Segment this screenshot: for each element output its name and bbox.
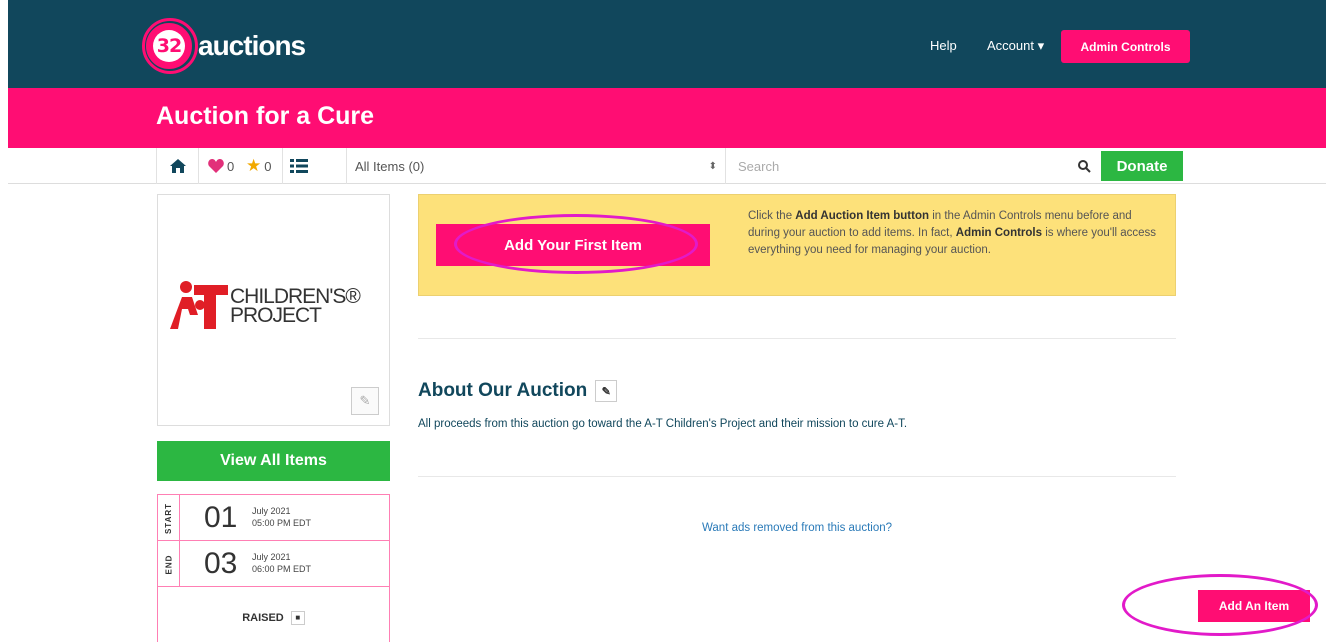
- toolbar-divider: [198, 148, 199, 184]
- start-day: 01: [204, 501, 238, 534]
- favorites-button[interactable]: ★ 0: [246, 154, 271, 178]
- search-placeholder: Search: [738, 158, 780, 174]
- end-label: END: [163, 554, 173, 574]
- auction-dates-box: START 01 July 2021 05:00 PM EDT END 03 J…: [157, 494, 390, 642]
- start-month: July 2021: [252, 506, 291, 516]
- hint-text: Click the Add Auction Item button in the…: [748, 210, 1157, 256]
- start-label: START: [164, 502, 174, 534]
- remove-ads-link[interactable]: Want ads removed from this auction?: [418, 522, 1176, 534]
- start-date-row: START 01 July 2021 05:00 PM EDT: [158, 495, 389, 541]
- star-count: 0: [264, 158, 272, 174]
- end-month: July 2021: [252, 552, 291, 562]
- toolbar-divider: [282, 148, 283, 184]
- star-icon: ★: [246, 156, 262, 175]
- about-heading: About Our Auction ✎: [418, 380, 618, 402]
- childrens-project-logo: CHILDREN'S® PROJECT: [164, 281, 361, 331]
- auction-toolbar: 0 ★ 0 All Items (0) ⬍ Search Donate: [8, 148, 1326, 184]
- end-time: 06:00 PM EDT: [252, 564, 312, 574]
- heart-icon: [208, 159, 224, 173]
- filter-value: All Items (0): [355, 158, 425, 174]
- lock-icon[interactable]: ■: [290, 611, 305, 625]
- auction-header: Auction for a Cure: [8, 88, 1326, 148]
- annotation-circle-add-first: [454, 214, 698, 274]
- about-description: All proceeds from this auction go toward…: [418, 418, 908, 430]
- list-view-icon[interactable]: [290, 154, 308, 178]
- end-date-row: END 03 July 2021 06:00 PM EDT: [158, 541, 389, 587]
- about-title: About Our Auction: [418, 380, 588, 401]
- raised-row: RAISED ■: [158, 611, 389, 625]
- donate-button[interactable]: Donate: [1101, 151, 1183, 181]
- start-time: 05:00 PM EDT: [252, 518, 312, 528]
- edit-logo-pencil-icon[interactable]: ✎: [351, 387, 379, 415]
- home-icon[interactable]: [170, 154, 186, 178]
- select-caret-icon: ⬍: [708, 160, 717, 172]
- watchlist-button[interactable]: 0: [208, 154, 234, 178]
- end-day: 03: [204, 547, 238, 580]
- toolbar-divider: [156, 148, 157, 184]
- view-all-items-button[interactable]: View All Items: [157, 441, 390, 481]
- logo-text: auctions: [198, 30, 306, 61]
- edit-about-pencil-icon[interactable]: ✎: [595, 380, 618, 402]
- heart-count: 0: [227, 158, 235, 174]
- section-divider: [418, 476, 1176, 477]
- left-margin: [0, 0, 8, 642]
- search-input[interactable]: Search: [726, 148, 1100, 184]
- search-icon[interactable]: [1078, 160, 1091, 173]
- section-divider: [418, 338, 1176, 339]
- at-logo-icon: [170, 281, 228, 329]
- help-link[interactable]: Help: [930, 38, 957, 53]
- account-menu[interactable]: Account ▾: [987, 38, 1044, 54]
- item-filter-select[interactable]: All Items (0) ⬍: [346, 148, 726, 184]
- raised-label: RAISED: [242, 611, 284, 624]
- organization-logo-card: CHILDREN'S® PROJECT ✎: [157, 194, 390, 426]
- auction-title: Auction for a Cure: [156, 102, 375, 130]
- org-name-line2: PROJECT: [230, 304, 322, 327]
- annotation-circle-add-item: [1122, 574, 1318, 636]
- admin-controls-button[interactable]: Admin Controls: [1061, 30, 1190, 63]
- annotation-circle-logo: [142, 18, 198, 74]
